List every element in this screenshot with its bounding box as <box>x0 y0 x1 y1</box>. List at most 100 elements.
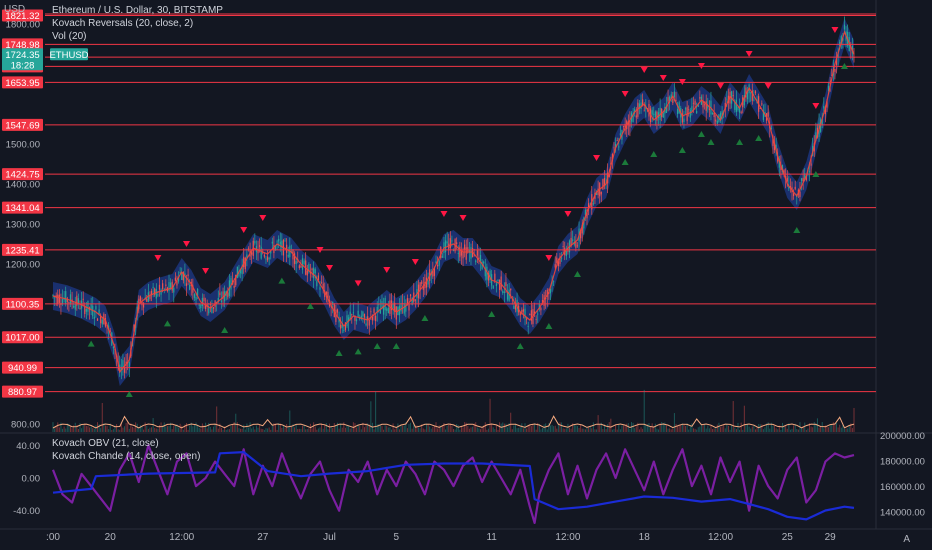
candle-body[interactable] <box>635 115 637 118</box>
reversal-up-marker[interactable] <box>488 311 496 317</box>
candle-body[interactable] <box>187 274 189 276</box>
candle-body[interactable] <box>553 281 555 283</box>
candle-body[interactable] <box>800 178 803 181</box>
reversal-up-marker[interactable] <box>793 227 801 233</box>
candle-body[interactable] <box>352 312 354 314</box>
candle-body[interactable] <box>684 108 687 110</box>
candle-body[interactable] <box>462 252 464 259</box>
candle-body[interactable] <box>208 307 210 314</box>
candle-body[interactable] <box>554 264 556 268</box>
candle-body[interactable] <box>365 323 367 326</box>
candle-body[interactable] <box>198 304 200 306</box>
symbol-title[interactable]: Ethereum / U.S. Dollar, 30, BITSTAMP <box>52 4 223 17</box>
candle-body[interactable] <box>619 133 621 136</box>
candle-body[interactable] <box>672 98 674 104</box>
candle-body[interactable] <box>357 310 359 318</box>
candle-body[interactable] <box>527 326 529 327</box>
candle-body[interactable] <box>708 108 710 111</box>
reversal-up-marker[interactable] <box>335 350 343 356</box>
reversal-down-marker[interactable] <box>831 27 839 33</box>
candle-body[interactable] <box>475 260 477 263</box>
reversal-down-marker[interactable] <box>745 51 753 57</box>
candle-body[interactable] <box>152 286 154 288</box>
candle-body[interactable] <box>689 110 691 118</box>
candle-body[interactable] <box>438 260 440 266</box>
candle-body[interactable] <box>303 260 305 265</box>
candle-body[interactable] <box>414 299 416 301</box>
candle-body[interactable] <box>651 110 653 115</box>
candle-body[interactable] <box>173 287 175 293</box>
reversal-up-marker[interactable] <box>755 135 763 141</box>
indicator-kovach-reversals[interactable]: Kovach Reversals (20, close, 2) <box>52 17 223 30</box>
candle-body[interactable] <box>437 264 439 267</box>
candle-body[interactable] <box>139 296 142 302</box>
candle-body[interactable] <box>643 110 645 112</box>
candle-body[interactable] <box>271 241 273 244</box>
candle-body[interactable] <box>572 239 574 241</box>
reversal-up-marker[interactable] <box>163 320 171 327</box>
candle-body[interactable] <box>68 302 70 303</box>
auto-scale-button[interactable]: A <box>903 534 910 545</box>
candle-body[interactable] <box>505 282 507 287</box>
indicator-kovach-obv[interactable]: Kovach OBV (21, close) <box>52 437 200 450</box>
candle-body[interactable] <box>100 316 102 324</box>
candle-body[interactable] <box>371 316 374 321</box>
reversal-down-marker[interactable] <box>440 211 448 217</box>
candle-body[interactable] <box>73 306 75 308</box>
candle-body[interactable] <box>732 95 734 97</box>
candle-body[interactable] <box>301 258 304 270</box>
candle-body[interactable] <box>503 291 505 293</box>
candle-body[interactable] <box>386 308 388 311</box>
reversal-down-marker[interactable] <box>621 91 629 97</box>
candle-body[interactable] <box>298 265 300 269</box>
candle-body[interactable] <box>476 250 478 256</box>
candle-body[interactable] <box>750 92 752 94</box>
candle-body[interactable] <box>602 179 604 190</box>
candle-body[interactable] <box>340 324 342 329</box>
candle-body[interactable] <box>57 294 59 304</box>
candle-body[interactable] <box>449 238 451 249</box>
candle-body[interactable] <box>82 298 84 300</box>
reversal-down-marker[interactable] <box>459 215 467 221</box>
reversal-down-marker[interactable] <box>812 103 820 109</box>
candle-body[interactable] <box>495 283 498 287</box>
candle-body[interactable] <box>794 186 796 190</box>
reversal-up-marker[interactable] <box>545 323 553 329</box>
candle-body[interactable] <box>446 241 448 244</box>
candle-body[interactable] <box>843 24 846 30</box>
candle-body[interactable] <box>219 292 221 296</box>
candle-body[interactable] <box>251 252 253 255</box>
candle-body[interactable] <box>387 307 389 314</box>
candle-body[interactable] <box>498 279 501 291</box>
indicator-kovach-chande[interactable]: Kovach Chande (14, close, open) <box>52 450 200 463</box>
candle-body[interactable] <box>492 285 494 289</box>
candle-body[interactable] <box>193 294 196 298</box>
candle-body[interactable] <box>529 314 531 316</box>
candle-body[interactable] <box>613 147 615 149</box>
candle-body[interactable] <box>157 294 159 296</box>
reversal-up-marker[interactable] <box>573 271 581 277</box>
candle-body[interactable] <box>363 313 366 318</box>
chart-canvas[interactable]: 1821.321748.981717.281694.081653.951547.… <box>0 0 932 550</box>
candle-body[interactable] <box>823 105 825 109</box>
reversal-down-marker[interactable] <box>659 75 667 81</box>
candle-body[interactable] <box>699 97 701 99</box>
reversal-down-marker[interactable] <box>411 259 419 265</box>
candle-body[interactable] <box>320 282 323 284</box>
reversal-down-marker[interactable] <box>717 83 724 89</box>
candle-body[interactable] <box>368 319 370 326</box>
candle-body[interactable] <box>540 308 542 311</box>
reversal-up-marker[interactable] <box>392 343 400 349</box>
candle-body[interactable] <box>618 146 620 148</box>
candle-body[interactable] <box>427 280 429 285</box>
candle-body[interactable] <box>560 257 563 259</box>
candle-body[interactable] <box>98 309 100 315</box>
candle-body[interactable] <box>715 119 717 122</box>
candle-body[interactable] <box>513 305 515 309</box>
candle-body[interactable] <box>233 285 235 288</box>
candle-body[interactable] <box>378 304 380 306</box>
reversal-up-marker[interactable] <box>87 340 95 347</box>
candle-body[interactable] <box>735 99 737 112</box>
candle-body[interactable] <box>479 255 482 262</box>
candle-body[interactable] <box>502 290 504 294</box>
